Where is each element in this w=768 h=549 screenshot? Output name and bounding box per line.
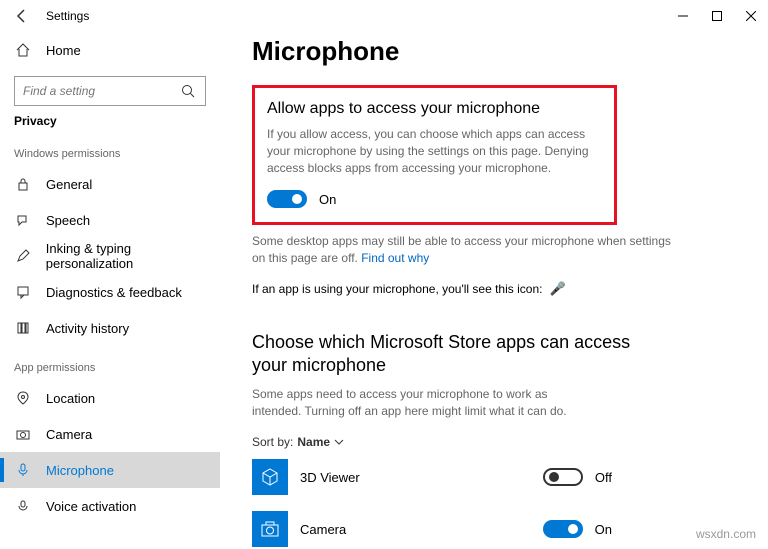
minimize-button[interactable]	[666, 0, 700, 32]
toggle-knob	[568, 524, 578, 534]
selection-bar	[0, 458, 4, 482]
sidebar-item-activity[interactable]: Activity history	[0, 310, 220, 346]
choose-apps-heading: Choose which Microsoft Store apps can ac…	[252, 331, 632, 378]
app-toggle-camera[interactable]	[543, 520, 583, 538]
microphone-icon	[14, 461, 32, 479]
allow-toggle-label: On	[319, 192, 336, 207]
camera-icon	[14, 425, 32, 443]
sidebar-label: Location	[46, 391, 95, 406]
sidebar-item-camera[interactable]: Camera	[0, 416, 220, 452]
sort-prefix: Sort by:	[252, 435, 293, 449]
app-toggle-label: Off	[595, 470, 612, 485]
main-panel: Microphone Allow apps to access your mic…	[220, 32, 768, 549]
sort-value: Name	[297, 435, 330, 449]
sidebar-label: Home	[46, 43, 81, 58]
sidebar-item-microphone[interactable]: Microphone	[0, 452, 220, 488]
minimize-icon	[678, 11, 688, 21]
allow-description: If you allow access, you can choose whic…	[267, 126, 600, 176]
app-row-3d-viewer: 3D Viewer Off	[252, 453, 612, 501]
sidebar-item-home[interactable]: Home	[0, 32, 220, 68]
page-title: Microphone	[252, 36, 768, 67]
app-toggle-3d-viewer[interactable]	[543, 468, 583, 486]
sidebar-label: Voice activation	[46, 499, 136, 514]
microphone-indicator-icon: 🎤	[550, 281, 566, 296]
allow-heading: Allow apps to access your microphone	[267, 100, 600, 118]
back-button[interactable]	[12, 6, 32, 26]
home-icon	[14, 41, 32, 59]
app-toggle-label: On	[595, 522, 612, 537]
desktop-apps-note: Some desktop apps may still be able to a…	[252, 233, 672, 267]
sidebar-label: Camera	[46, 427, 92, 442]
sidebar-label: Diagnostics & feedback	[46, 285, 182, 300]
titlebar: Settings	[0, 0, 768, 32]
sidebar-section-header: Privacy	[0, 106, 220, 132]
sidebar-group-app: App permissions	[0, 346, 220, 380]
window-controls	[666, 0, 768, 32]
voice-icon	[14, 497, 32, 515]
pen-icon	[14, 247, 32, 265]
app-icon-3d-viewer	[252, 459, 288, 495]
app-row-camera: Camera On	[252, 505, 612, 549]
app-name: Camera	[300, 522, 543, 537]
sidebar-label: Speech	[46, 213, 90, 228]
toggle-knob	[549, 472, 559, 482]
sidebar: Home Privacy Windows permissions General…	[0, 32, 220, 549]
icon-hint: If an app is using your microphone, you'…	[252, 281, 768, 297]
sidebar-item-general[interactable]: General	[0, 166, 220, 202]
allow-apps-toggle[interactable]	[267, 190, 307, 208]
sidebar-label: Inking & typing personalization	[46, 241, 220, 271]
sidebar-item-location[interactable]: Location	[0, 380, 220, 416]
window-title: Settings	[46, 9, 89, 23]
search-box[interactable]	[14, 76, 206, 106]
allow-access-highlight: Allow apps to access your microphone If …	[252, 85, 617, 225]
feedback-icon	[14, 283, 32, 301]
sidebar-label: Microphone	[46, 463, 114, 478]
watermark: wsxdn.com	[696, 527, 756, 541]
sidebar-group-windows: Windows permissions	[0, 132, 220, 166]
location-icon	[14, 389, 32, 407]
sidebar-label: Activity history	[46, 321, 129, 336]
sort-by[interactable]: Sort by: Name	[252, 435, 768, 449]
close-icon	[746, 11, 756, 21]
speech-icon	[14, 211, 32, 229]
search-icon	[181, 84, 197, 98]
toggle-knob	[292, 194, 302, 204]
sidebar-item-diagnostics[interactable]: Diagnostics & feedback	[0, 274, 220, 310]
lock-icon	[14, 175, 32, 193]
chevron-down-icon	[334, 437, 344, 447]
choose-apps-description: Some apps need to access your microphone…	[252, 386, 592, 420]
search-input[interactable]	[23, 84, 181, 98]
close-button[interactable]	[734, 0, 768, 32]
maximize-button[interactable]	[700, 0, 734, 32]
sidebar-label: General	[46, 177, 92, 192]
app-name: 3D Viewer	[300, 470, 543, 485]
app-icon-camera	[252, 511, 288, 547]
maximize-icon	[712, 11, 722, 21]
arrow-left-icon	[14, 8, 30, 24]
sidebar-item-speech[interactable]: Speech	[0, 202, 220, 238]
sidebar-item-inking[interactable]: Inking & typing personalization	[0, 238, 220, 274]
find-out-link[interactable]: Find out why	[361, 251, 429, 265]
sidebar-item-voice-activation[interactable]: Voice activation	[0, 488, 220, 524]
history-icon	[14, 319, 32, 337]
